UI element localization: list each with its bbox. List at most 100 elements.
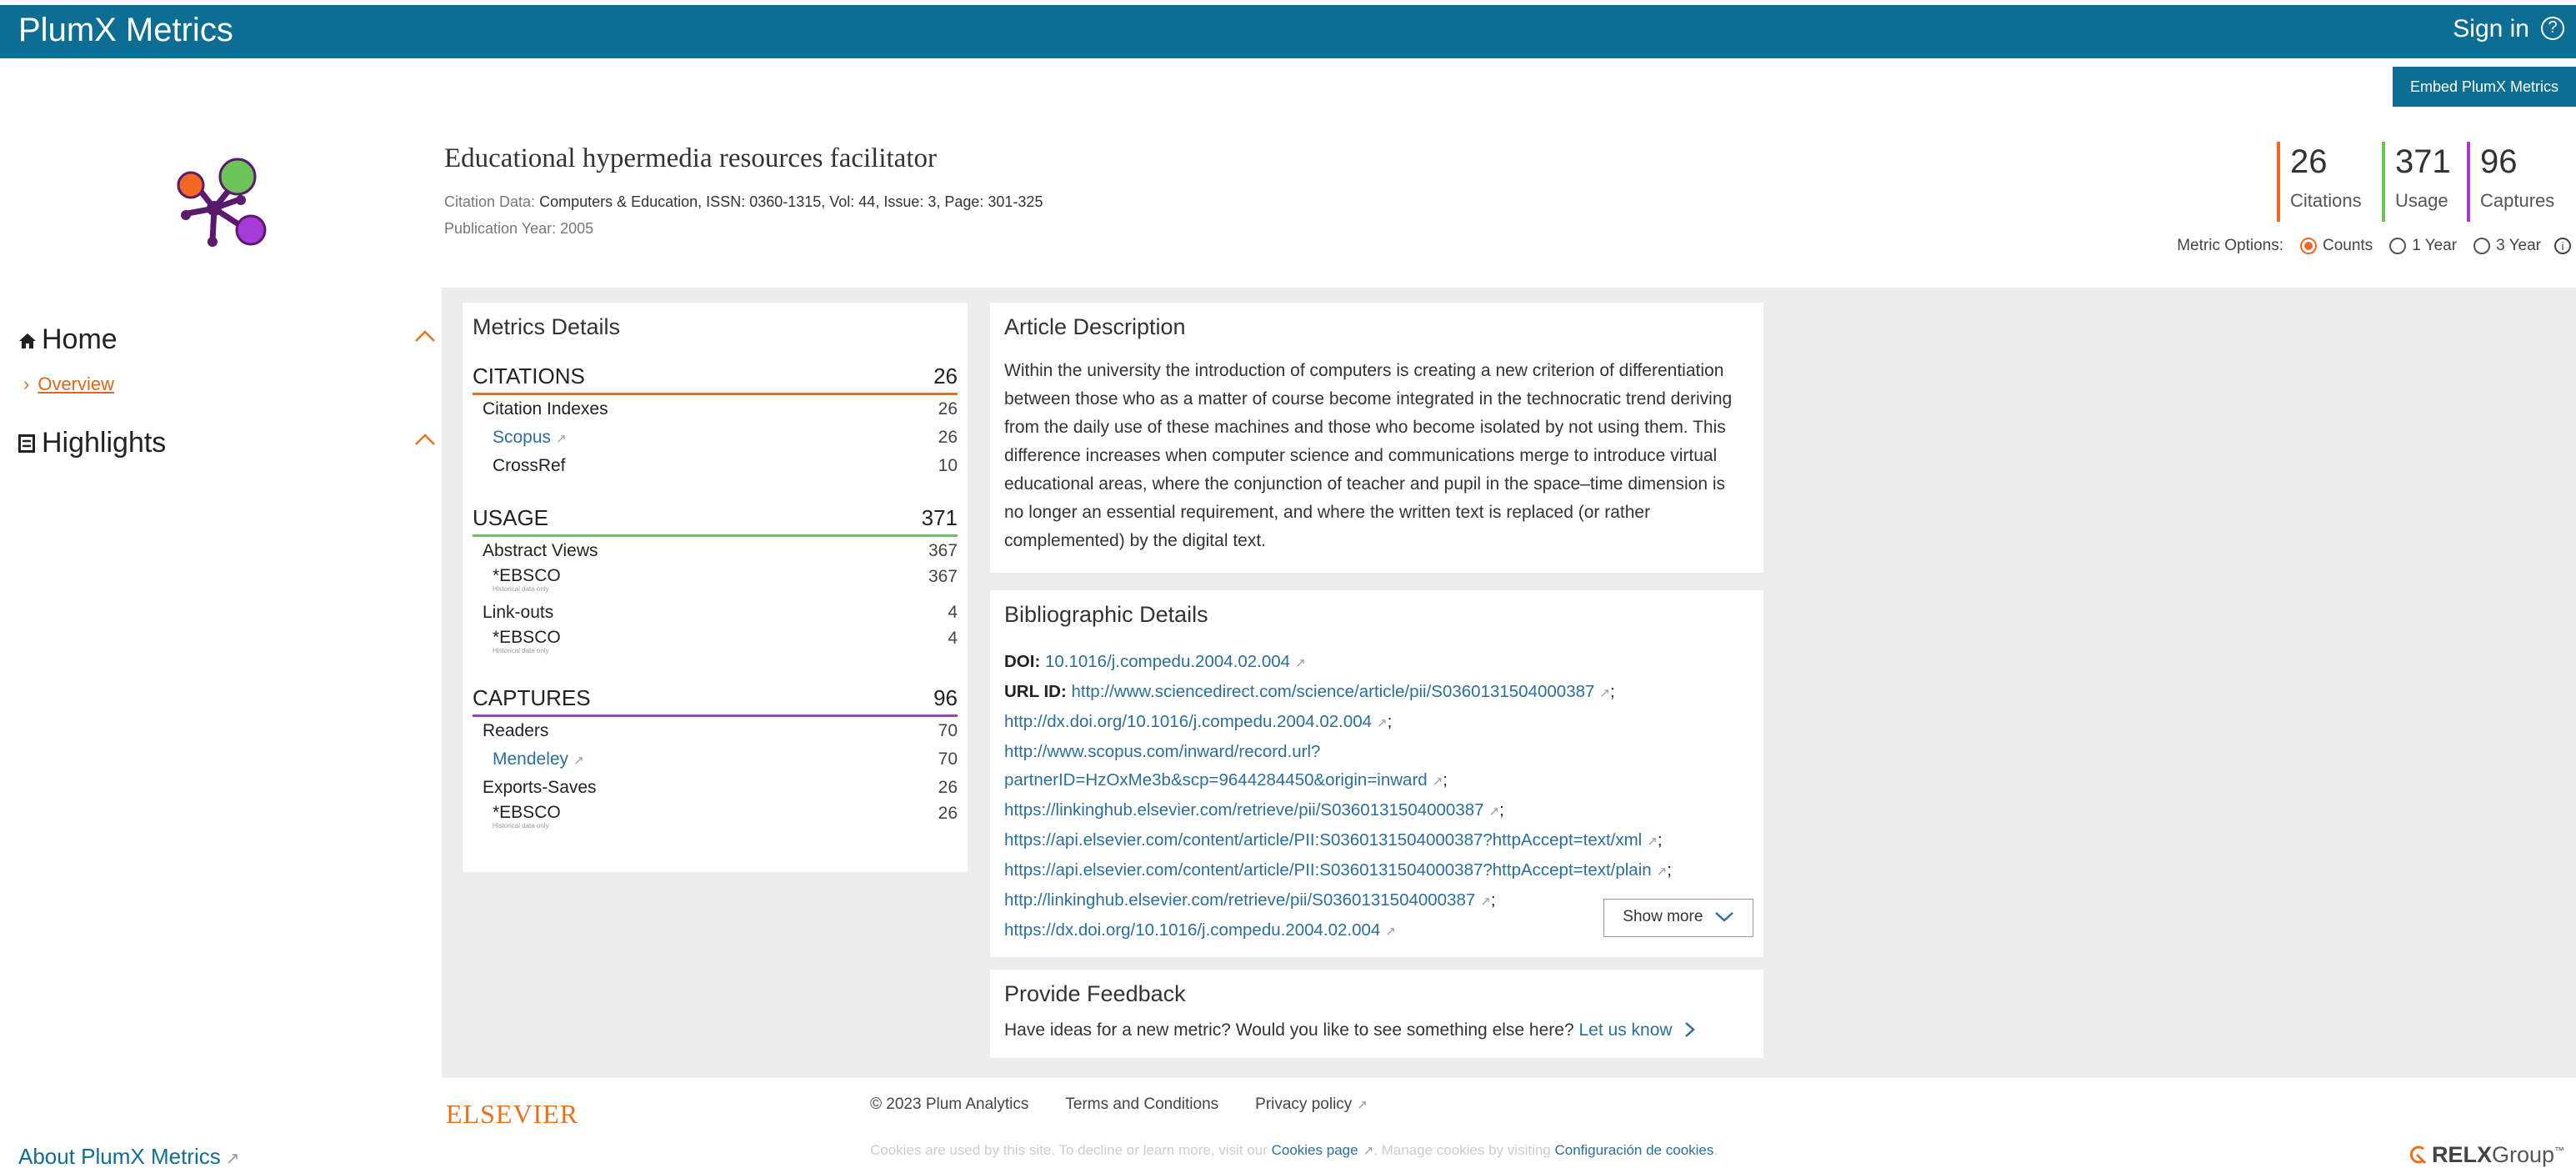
metric-options: Metric Options: Counts 1 Year 3 Year i [2177, 237, 2576, 255]
metric-value: 4 [948, 629, 958, 648]
summary-captures[interactable]: 96 Captures [2467, 142, 2554, 222]
url-link[interactable]: https://dx.doi.org/10.1016/j.compedu.200… [1004, 920, 1380, 940]
metric-label: *EBSCO Historical data only [493, 804, 561, 830]
url-link[interactable]: https://api.elsevier.com/content/article… [1004, 860, 1652, 880]
info-icon[interactable]: i [2554, 238, 2571, 254]
url-link[interactable]: https://api.elsevier.com/content/article… [1004, 830, 1642, 850]
three-year-radio[interactable] [2473, 238, 2491, 254]
about-plumx-link[interactable]: About PlumX Metrics ↗ [18, 1144, 240, 1168]
collapse-highlights-icon[interactable] [413, 432, 437, 447]
separator: ; [1490, 890, 1496, 910]
url-link[interactable]: http://www.sciencedirect.com/science/art… [1072, 682, 1595, 701]
citations-section-total: 26 [933, 363, 958, 388]
metric-row: Abstract Views 367 [473, 537, 958, 565]
cookies-page-link[interactable]: Cookies page [1272, 1142, 1358, 1158]
external-link-icon: ↗ [1385, 925, 1396, 939]
url-line: http://dx.doi.org/10.1016/j.compedu.2004… [1004, 708, 1749, 738]
article-description-card: Article Description Within the universit… [990, 303, 1763, 573]
nav-home[interactable]: Home [18, 323, 118, 356]
about-label: About PlumX Metrics [18, 1144, 221, 1168]
metric-row: Citation Indexes 26 [473, 395, 958, 424]
nav-overview[interactable]: › Overview [23, 373, 114, 395]
url-line: URL ID: http://www.sciencedirect.com/sci… [1004, 678, 1749, 708]
let-us-know-link[interactable]: Let us know [1578, 1020, 1672, 1040]
url-link[interactable]: https://linkinghub.elsevier.com/retrieve… [1004, 800, 1484, 820]
help-icon[interactable]: ? [2541, 17, 2564, 40]
summary-usage[interactable]: 371 Usage [2382, 142, 2451, 222]
cookie-text: . [1713, 1142, 1718, 1158]
metrics-details-title: Metrics Details [473, 314, 621, 339]
url-link[interactable]: http://www.scopus.com/inward/record.url? [1004, 742, 1320, 761]
metric-label: Readers [483, 721, 549, 740]
metric-label: Link-outs [483, 603, 554, 622]
external-link-icon: ↗ [1647, 835, 1658, 849]
metric-row: Exports-Saves 26 [473, 774, 958, 802]
metric-value: 70 [938, 721, 958, 740]
relx-mark-icon [2409, 1145, 2426, 1165]
relx-bold: RELX [2431, 1142, 2492, 1167]
feedback-text-line: Have ideas for a new metric? Would you l… [1004, 1020, 1749, 1040]
citations-section-header: CITATIONS 26 [473, 363, 958, 395]
source-label: *EBSCO [493, 566, 561, 585]
nav-highlights[interactable]: Highlights [18, 427, 166, 459]
show-more-label: Show more [1623, 908, 1703, 925]
cookie-settings-link[interactable]: Configuración de cookies [1554, 1142, 1713, 1158]
counts-label[interactable]: Counts [2323, 237, 2373, 255]
privacy-link[interactable]: Privacy policy ↗ [1255, 1095, 1368, 1114]
embed-plumx-button[interactable]: Embed PlumX Metrics [2393, 67, 2576, 107]
three-year-label[interactable]: 3 Year [2496, 237, 2541, 255]
metric-value: 26 [938, 804, 958, 823]
metric-options-label: Metric Options: [2177, 237, 2283, 254]
summary-citations[interactable]: 26 Citations [2277, 142, 2362, 222]
collapse-home-icon[interactable] [413, 328, 437, 343]
cookie-text: . Manage cookies by visiting [1373, 1142, 1551, 1158]
nav-highlights-label: Highlights [42, 427, 167, 459]
url-link[interactable]: http://dx.doi.org/10.1016/j.compedu.2004… [1004, 712, 1372, 731]
usage-section-total: 371 [921, 505, 958, 530]
elsevier-logo[interactable]: ELSEVIER [446, 1099, 578, 1130]
show-more-button[interactable]: Show more [1603, 899, 1753, 937]
metric-label: *EBSCO Historical data only [493, 567, 561, 594]
external-link-icon: ↗ [225, 1150, 240, 1168]
historical-note: Historical data only [493, 585, 549, 593]
metric-row[interactable]: Scopus ↗ 26 [473, 424, 958, 452]
historical-note: Historical data only [493, 647, 549, 654]
metric-value: 367 [928, 567, 958, 586]
separator: ; [1657, 830, 1663, 850]
separator: ; [1387, 712, 1393, 731]
sign-in-link[interactable]: Sign in [2453, 15, 2529, 43]
counts-radio[interactable] [2299, 238, 2317, 254]
citation-data: Citation Data: Computers & Education, IS… [444, 193, 1043, 211]
metric-label: *EBSCO Historical data only [493, 629, 561, 655]
copyright-text: © 2023 Plum Analytics [870, 1095, 1029, 1113]
provide-feedback-card: Provide Feedback Have ideas for a new me… [990, 970, 1763, 1058]
chevron-right-icon[interactable] [1683, 1021, 1696, 1038]
scopus-link[interactable]: Scopus ↗ [493, 428, 567, 448]
metric-row: *EBSCO Historical data only 26 [473, 802, 958, 835]
nav-overview-label: Overview [38, 373, 115, 394]
citation-value: Computers & Education, ISSN: 0360-1315, … [539, 193, 1043, 210]
captures-section-total: 96 [933, 685, 958, 710]
relx-logo[interactable]: RELXGroup™ [2407, 1142, 2564, 1168]
article-description-title: Article Description [1004, 314, 1186, 339]
mendeley-link[interactable]: Mendeley ↗ [493, 749, 584, 769]
doi-link[interactable]: 10.1016/j.compedu.2004.02.004 [1045, 652, 1290, 671]
url-link[interactable]: partnerID=HzOxMe3b&scp=9644284450&origin… [1004, 770, 1428, 790]
metric-value: 10 [938, 456, 958, 475]
one-year-label[interactable]: 1 Year [2412, 237, 2457, 255]
external-link-icon: ↗ [1488, 805, 1500, 819]
metric-row: *EBSCO Historical data only 367 [473, 565, 958, 599]
metric-row: *EBSCO Historical data only 4 [473, 627, 958, 660]
one-year-radio[interactable] [2389, 238, 2407, 254]
url-id-label: URL ID: [1004, 682, 1067, 701]
url-link[interactable]: http://linkinghub.elsevier.com/retrieve/… [1004, 890, 1475, 910]
citation-label: Citation Data: [444, 193, 536, 210]
separator: ; [1609, 682, 1615, 701]
app-title[interactable]: PlumX Metrics [18, 12, 233, 49]
article-description-text: Within the university the introduction o… [1004, 361, 1733, 550]
external-link-icon: ↗ [1377, 716, 1388, 730]
terms-link[interactable]: Terms and Conditions [1065, 1095, 1218, 1114]
doi-label: DOI: [1004, 652, 1041, 671]
metric-row[interactable]: Mendeley ↗ 70 [473, 745, 958, 774]
url-line: http://www.scopus.com/inward/record.url? [1004, 738, 1749, 766]
